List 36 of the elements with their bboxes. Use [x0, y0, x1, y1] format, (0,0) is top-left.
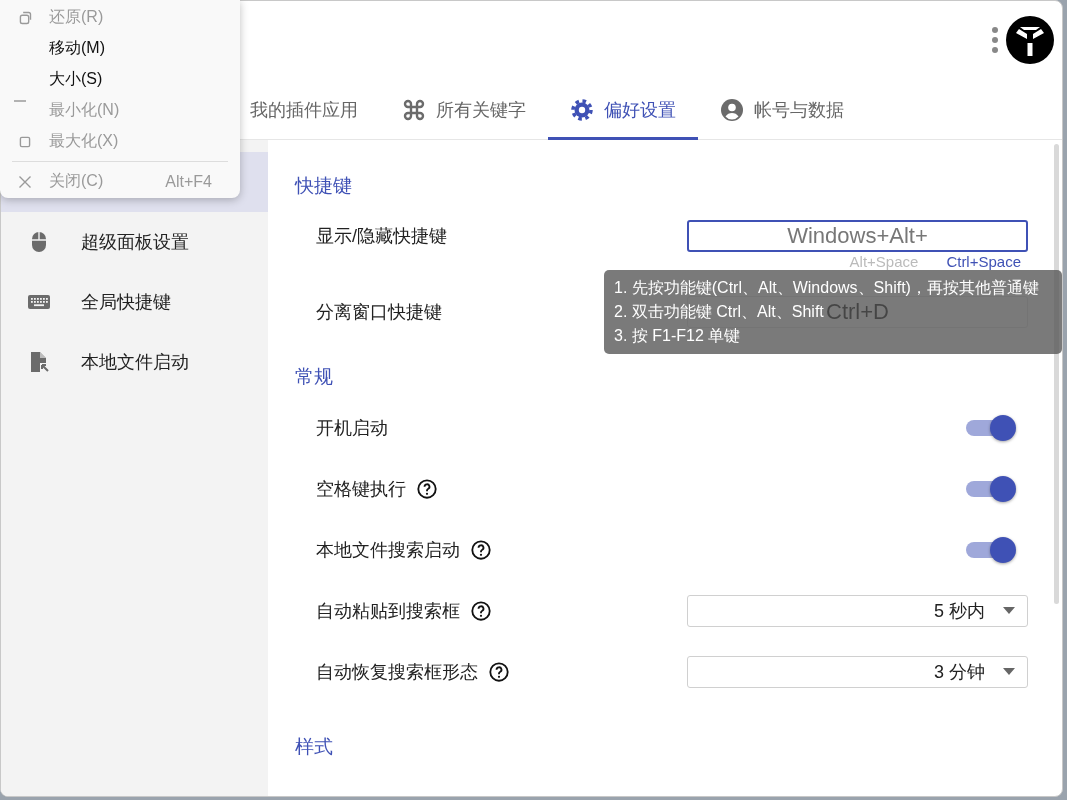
gear-icon [570, 97, 594, 122]
setting-label: 分离窗口快捷键 [316, 301, 442, 324]
setting-label: 空格键执行 [316, 477, 406, 501]
section-title: 快捷键 [295, 174, 353, 198]
command-icon [402, 97, 426, 122]
tab[interactable]: 帐号与数据 [698, 79, 866, 140]
setting-label: 本地文件搜索启动 [316, 538, 460, 562]
help-icon[interactable] [416, 477, 438, 500]
more-icon[interactable] [992, 27, 998, 53]
minimize-icon [14, 99, 26, 102]
setting-label: 开机启动 [316, 416, 388, 440]
account-icon [720, 97, 744, 122]
toggle-switch[interactable] [966, 414, 1016, 441]
help-icon[interactable] [470, 538, 492, 561]
sidebar-item[interactable]: 超级面板设置 [1, 212, 268, 272]
help-icon[interactable] [470, 599, 492, 622]
dropdown[interactable]: 5 秒内 [687, 594, 1028, 627]
tab[interactable]: 偏好设置 [548, 79, 698, 140]
setting-label: 显示/隐藏快捷键 [316, 225, 447, 248]
toggle-switch[interactable] [966, 475, 1016, 502]
tab[interactable]: 所有关键字 [380, 79, 548, 140]
caret-icon [1003, 607, 1015, 614]
caret-icon [1003, 668, 1015, 675]
help-icon[interactable] [488, 660, 510, 683]
section-title: 常规 [295, 365, 334, 389]
shortcut-field[interactable]: Windows+Alt+ [687, 220, 1028, 252]
logo-icon[interactable] [1006, 16, 1054, 64]
sidebar-item[interactable]: 本地文件启动 [1, 332, 268, 392]
setting-label: 自动粘贴到搜索框 [316, 599, 460, 623]
toggle-switch[interactable] [966, 536, 1016, 563]
shortcut-suggestion[interactable]: Ctrl+Space [946, 252, 1021, 272]
section-title: 样式 [295, 735, 334, 759]
menu-item[interactable]: 移动(M) [0, 33, 240, 64]
dropdown[interactable]: 3 分钟 [687, 655, 1028, 688]
setting-label: 自动恢复搜索框形态 [316, 660, 478, 684]
sidebar-item[interactable]: 全局快捷键 [1, 272, 268, 332]
